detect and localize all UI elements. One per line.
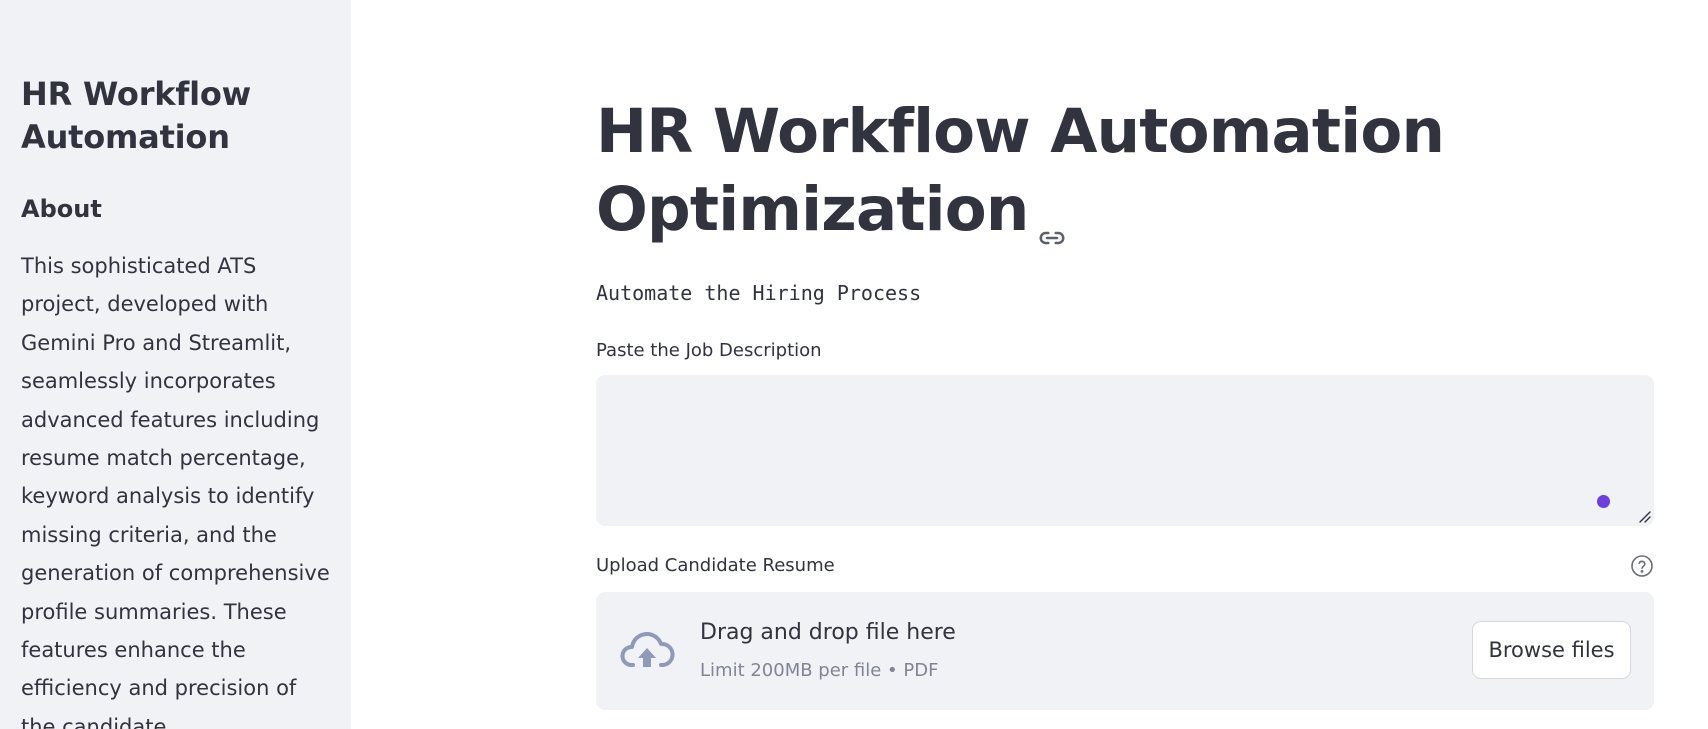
sidebar-title: HR Workflow Automation — [21, 75, 252, 156]
resume-dropzone[interactable]: Drag and drop file here Limit 200MB per … — [596, 592, 1654, 710]
resize-grip-icon[interactable] — [1638, 510, 1652, 524]
focus-indicator-dot — [1597, 495, 1610, 508]
app-root: HR Workflow Automation About This sophis… — [0, 0, 1708, 729]
sidebar[interactable]: HR Workflow Automation About This sophis… — [0, 0, 351, 729]
resume-upload-header: Upload Candidate Resume — [596, 554, 1654, 580]
resume-upload-label: Upload Candidate Resume — [596, 555, 835, 576]
about-text: This sophisticated ATS project, develope… — [21, 254, 330, 729]
sidebar-content: HR Workflow Automation About This sophis… — [0, 73, 351, 729]
dropzone-instructions: Drag and drop file here — [700, 620, 956, 645]
help-icon[interactable] — [1630, 554, 1654, 578]
browse-files-button[interactable]: Browse files — [1472, 621, 1631, 679]
page-title-text: HR Workflow Automation Optimization — [596, 96, 1445, 245]
about-heading: About — [21, 195, 102, 223]
link-icon[interactable] — [1037, 194, 1067, 245]
job-description-input[interactable] — [596, 375, 1654, 526]
page-title: HR Workflow Automation Optimization — [596, 93, 1654, 249]
job-description-label: Paste the Job Description — [596, 340, 822, 361]
job-description-box — [596, 375, 1654, 526]
main-content: HR Workflow Automation Optimization Auto… — [596, 0, 1654, 710]
dropzone-limit-text: Limit 200MB per file • PDF — [700, 660, 939, 681]
cloud-upload-icon — [620, 632, 675, 667]
page-subtitle: Automate the Hiring Process — [596, 281, 922, 305]
